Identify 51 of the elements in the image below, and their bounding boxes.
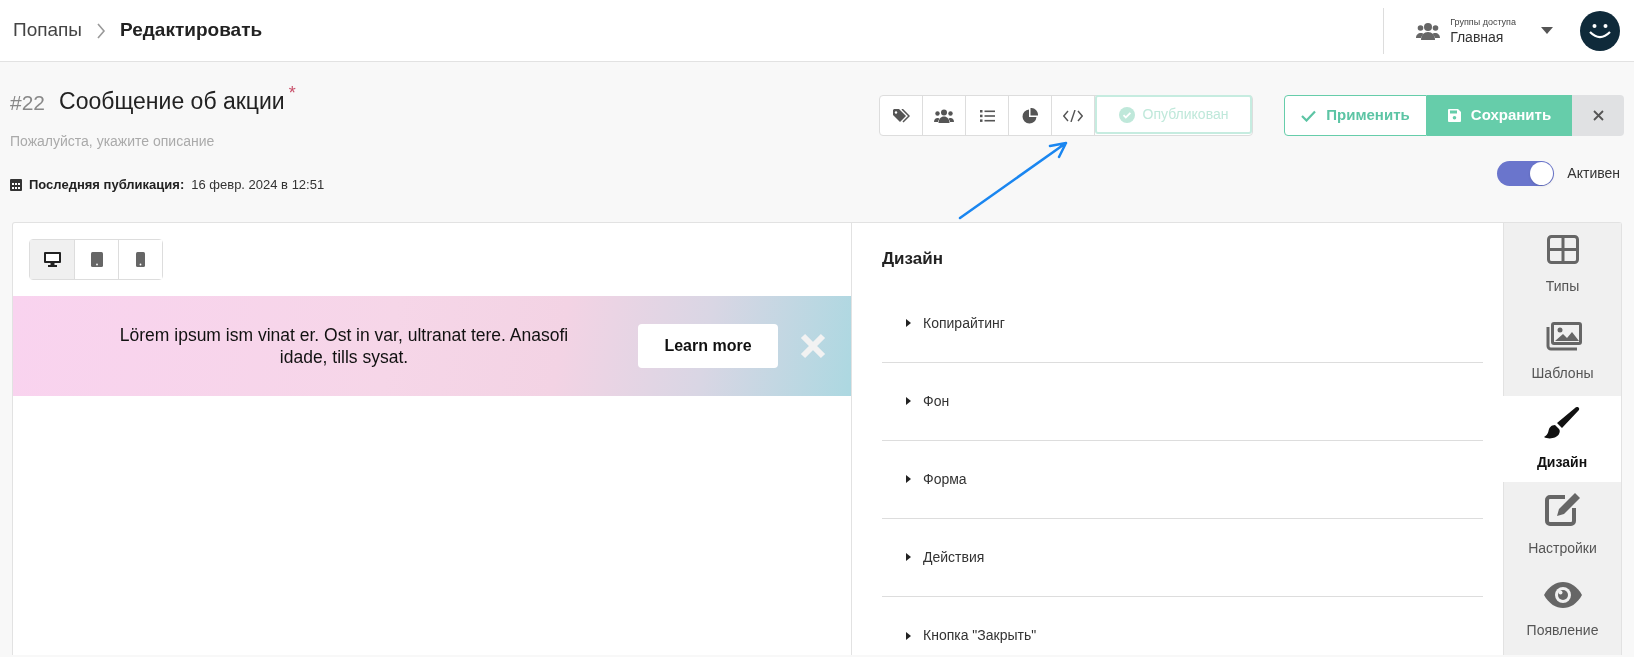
- tag-icon: [892, 108, 910, 123]
- page-title: Редактировать: [120, 18, 263, 43]
- caret-right-icon: [906, 397, 911, 405]
- accordion-section[interactable]: Кнопка "Закрыть": [882, 596, 1483, 657]
- code-icon: [1063, 109, 1083, 122]
- chevron-icon: [96, 22, 107, 39]
- active-toggle[interactable]: [1497, 161, 1555, 186]
- popup-title[interactable]: Сообщение об акции: [59, 84, 285, 119]
- avatar-icon[interactable]: [1580, 10, 1620, 51]
- caret-down-icon[interactable]: [1541, 26, 1553, 35]
- side-tab[interactable]: Шаблоны: [1503, 309, 1621, 396]
- accordion-section[interactable]: Форма: [882, 440, 1483, 519]
- edit-icon: [1544, 491, 1581, 526]
- caret-right-icon: [906, 319, 911, 327]
- side-tab[interactable]: Настройки: [1503, 482, 1621, 569]
- accordion-section[interactable]: Фон: [882, 362, 1483, 441]
- calendar-icon: [10, 177, 22, 191]
- caret-right-icon: [906, 475, 911, 483]
- eye-icon: [1543, 582, 1582, 609]
- close-button[interactable]: [1572, 95, 1624, 136]
- desktop-icon: [43, 252, 61, 267]
- accordion-section[interactable]: Действия: [882, 518, 1483, 597]
- users-icon: [1416, 21, 1441, 40]
- breadcrumb-link[interactable]: Попапы: [13, 16, 83, 45]
- pie-chart-icon: [1022, 107, 1038, 124]
- side-tab[interactable]: Появление: [1503, 568, 1621, 656]
- device-button[interactable]: [30, 240, 74, 279]
- required-mark: *: [288, 82, 296, 105]
- paintbrush-icon: [1544, 405, 1580, 440]
- accordion-section[interactable]: Копирайтинг: [882, 284, 1483, 363]
- close-icon: [1592, 110, 1604, 121]
- phone-icon: [136, 252, 145, 267]
- access-group-value[interactable]: Главная: [1450, 29, 1516, 44]
- last-published-date: 16 февр. 2024 в 12:51: [191, 175, 325, 194]
- banner-text: Lörem ipsum ism vinat er. Ost in var, ultranat tere. Anasofi idade, tills sysat.: [118, 324, 570, 368]
- check-icon: [1301, 109, 1317, 122]
- users-icon: [934, 108, 954, 123]
- side-tab[interactable]: Дизайн: [1503, 395, 1621, 483]
- tablet-icon: [90, 252, 103, 267]
- caret-right-icon: [906, 553, 911, 561]
- check-circle-icon: [1118, 106, 1135, 123]
- active-label: Активен: [1567, 164, 1620, 183]
- popup-number: #22: [10, 90, 46, 116]
- learn-more-button[interactable]: Learn more: [638, 324, 778, 368]
- last-published-label: Последняя публикация:: [29, 175, 185, 194]
- caret-right-icon: [906, 631, 911, 640]
- side-tab[interactable]: Типы: [1503, 223, 1621, 310]
- grid-icon: [1546, 235, 1579, 265]
- panel-title: Дизайн: [882, 248, 944, 270]
- access-group-label: Группы доступа: [1450, 17, 1516, 27]
- list-icon: [979, 109, 995, 122]
